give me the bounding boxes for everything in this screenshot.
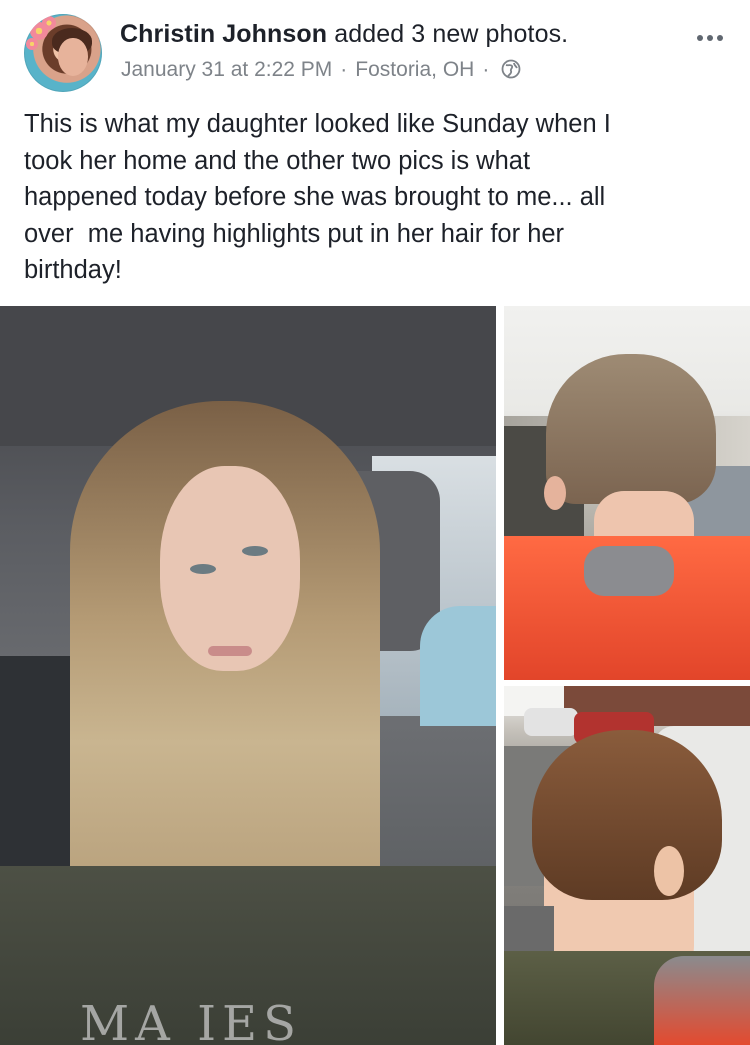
photo-daughter-selfie[interactable]: MA IES — [0, 306, 496, 1045]
gray-sleeve — [584, 546, 674, 596]
post-text: This is what my daughter looked like Sun… — [24, 110, 611, 284]
hoodie-print: MA IES — [80, 996, 302, 1045]
author-line: Christin Johnson added 3 new photos. — [120, 18, 568, 50]
globe-icon — [501, 59, 521, 79]
photo-grid: MA IES — [0, 306, 750, 1045]
short-hair — [546, 354, 716, 504]
photo-short-haircut-back[interactable] — [504, 686, 750, 1045]
post-meta: January 31 at 2:22 PM · Fostoria, OH · — [121, 56, 521, 84]
ear — [654, 846, 684, 896]
avatar-flower — [26, 38, 38, 50]
ear — [544, 476, 566, 510]
author-name-link[interactable]: Christin Johnson — [120, 20, 327, 48]
glove — [654, 956, 750, 1045]
post-location[interactable]: Fostoria, OH — [355, 58, 474, 81]
photo-crying-face[interactable] — [504, 306, 750, 680]
meta-separator: · — [340, 58, 348, 81]
background-jacket — [420, 606, 496, 726]
post-action-text: added 3 new photos. — [327, 20, 569, 48]
eye — [190, 564, 216, 574]
eye — [242, 546, 268, 556]
parked-car — [524, 708, 578, 736]
meta-separator: · — [482, 58, 490, 81]
post-timestamp[interactable]: January 31 at 2:22 PM — [121, 58, 332, 81]
mouth — [208, 646, 252, 656]
author-avatar[interactable] — [24, 14, 102, 92]
post-header: Christin Johnson added 3 new photos. Jan… — [0, 0, 750, 100]
more-dot — [707, 35, 713, 41]
short-hair — [532, 730, 722, 900]
more-dot — [697, 35, 703, 41]
face — [160, 466, 300, 671]
more-dot — [717, 35, 723, 41]
avatar-flower — [42, 16, 56, 30]
more-options-icon[interactable] — [690, 24, 730, 52]
avatar-face — [58, 38, 88, 76]
